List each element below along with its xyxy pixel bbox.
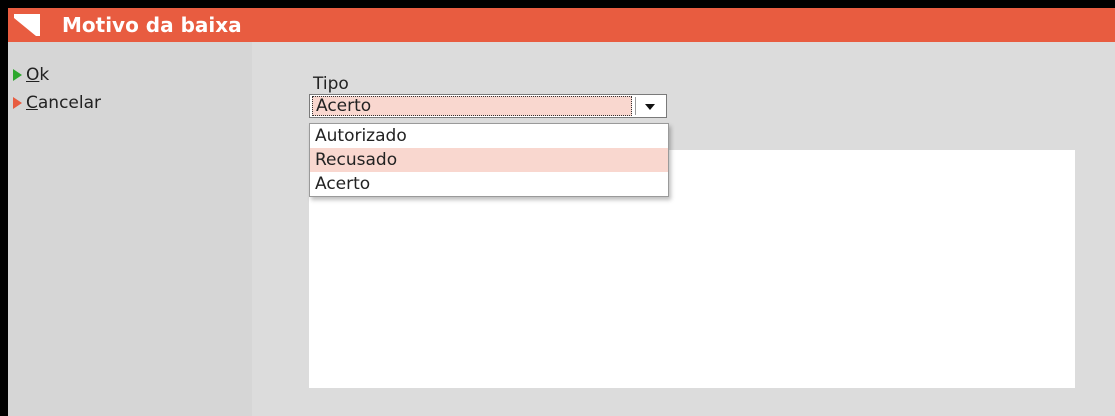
- cancel-accelerator: C: [26, 93, 38, 113]
- option-autorizado[interactable]: Autorizado: [310, 124, 668, 148]
- action-sidebar: Ok Cancelar: [8, 42, 252, 416]
- ok-label: k: [39, 65, 50, 85]
- option-recusado[interactable]: Recusado: [310, 148, 668, 172]
- tipo-options-list: Autorizado Recusado Acerto: [309, 123, 669, 197]
- play-triangle-orange-icon: [13, 97, 22, 109]
- window-title: Motivo da baixa: [62, 13, 242, 37]
- chevron-down-icon: [645, 104, 655, 110]
- option-acerto[interactable]: Acerto: [310, 172, 668, 196]
- play-triangle-green-icon: [13, 69, 22, 81]
- tipo-dropdown-button[interactable]: [635, 97, 664, 115]
- tipo-selected-value[interactable]: Acerto: [312, 96, 632, 116]
- brand-logo-icon: [14, 14, 40, 36]
- dialog-window: Motivo da baixa Ok Cancelar Tipo Acerto …: [8, 8, 1115, 416]
- cancel-label: ancelar: [37, 93, 102, 113]
- ok-accelerator: O: [26, 65, 40, 85]
- tipo-label: Tipo: [313, 74, 349, 94]
- tipo-select[interactable]: Acerto: [309, 94, 667, 118]
- cancel-button[interactable]: Cancelar: [13, 92, 101, 114]
- title-bar: Motivo da baixa: [8, 8, 1115, 42]
- ok-button[interactable]: Ok: [13, 64, 49, 86]
